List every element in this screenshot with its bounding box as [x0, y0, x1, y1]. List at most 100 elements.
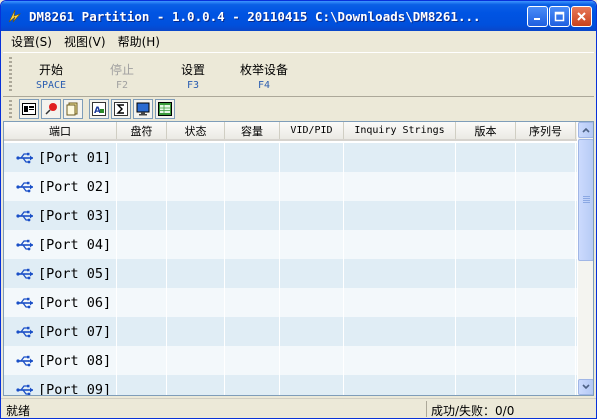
table-row[interactable]: [Port 08] — [4, 346, 577, 375]
icon-toolbar: A — [3, 98, 594, 120]
col-capacity[interactable]: 容量 — [225, 122, 280, 139]
app-window: DM8261 Partition - 1.0.0.4 - 20110415 C:… — [0, 0, 597, 419]
table-cell — [516, 346, 576, 375]
stop-key: F2 — [115, 80, 129, 91]
table-cell — [117, 317, 167, 346]
table-row[interactable]: [Port 06] — [4, 288, 577, 317]
col-port[interactable]: 端口 — [4, 122, 117, 139]
stop-button[interactable]: 停止 F2 — [92, 61, 152, 91]
pin-icon[interactable] — [41, 99, 61, 119]
table-row[interactable]: [Port 05] — [4, 259, 577, 288]
table-cell — [167, 259, 225, 288]
sum-icon[interactable] — [111, 99, 131, 119]
table-row[interactable]: [Port 04] — [4, 230, 577, 259]
scroll-up-button[interactable] — [578, 122, 593, 138]
list-header: 端口 盘符 状态 容量 VID/PID Inquiry Strings 版本 序… — [4, 122, 577, 141]
usb-icon — [16, 326, 33, 337]
toolbar-grip[interactable] — [9, 57, 12, 93]
menu-help[interactable]: 帮助(H) — [112, 33, 166, 50]
col-status[interactable]: 状态 — [167, 122, 225, 139]
table-row[interactable]: [Port 07] — [4, 317, 577, 346]
maximize-icon — [554, 11, 565, 22]
port-cell: [Port 06] — [4, 288, 117, 317]
monitor-icon[interactable] — [133, 99, 153, 119]
close-button[interactable] — [571, 6, 592, 27]
table-cell — [280, 259, 344, 288]
usb-icon — [16, 384, 33, 395]
minimize-icon — [534, 18, 540, 20]
port-list[interactable]: 端口 盘符 状态 容量 VID/PID Inquiry Strings 版本 序… — [3, 121, 594, 396]
table-cell — [344, 172, 456, 201]
vertical-scrollbar[interactable] — [578, 122, 593, 395]
table-cell — [225, 259, 280, 288]
table-cell — [344, 288, 456, 317]
table-row[interactable]: [Port 09] — [4, 375, 577, 395]
table-cell — [167, 143, 225, 172]
scroll-down-button[interactable] — [578, 379, 593, 395]
col-serial[interactable]: 序列号 — [516, 122, 576, 139]
table-cell — [280, 375, 344, 395]
grid-icon[interactable] — [155, 99, 175, 119]
table-row[interactable]: [Port 02] — [4, 172, 577, 201]
table-cell — [225, 288, 280, 317]
table-cell — [456, 143, 516, 172]
port-label: [Port 07] — [38, 323, 112, 340]
scroll-thumb[interactable] — [578, 139, 593, 261]
port-label: [Port 03] — [38, 207, 112, 224]
minimize-button[interactable] — [527, 6, 548, 27]
table-cell — [344, 230, 456, 259]
table-cell — [117, 230, 167, 259]
table-cell — [344, 317, 456, 346]
menu-settings[interactable]: 设置(S) — [5, 33, 58, 50]
col-drive[interactable]: 盘符 — [117, 122, 167, 139]
iconbar-grip[interactable] — [9, 100, 12, 118]
table-cell — [344, 346, 456, 375]
table-cell — [516, 317, 576, 346]
table-cell — [280, 317, 344, 346]
maximize-button[interactable] — [549, 6, 570, 27]
table-cell — [456, 288, 516, 317]
title-bar[interactable]: DM8261 Partition - 1.0.0.4 - 20110415 C:… — [1, 1, 596, 31]
start-label: 开始 — [38, 63, 63, 77]
port-cell: [Port 02] — [4, 172, 117, 201]
table-cell — [456, 346, 516, 375]
menu-view[interactable]: 视图(V) — [58, 33, 112, 50]
settings-button[interactable]: 设置 F3 — [163, 61, 223, 91]
port-cell: [Port 05] — [4, 259, 117, 288]
table-cell — [456, 172, 516, 201]
port-cell: [Port 04] — [4, 230, 117, 259]
table-cell — [280, 230, 344, 259]
main-toolbar: 开始 SPACE 停止 F2 设置 F3 枚举设备 F4 — [3, 52, 594, 97]
table-cell — [280, 172, 344, 201]
table-row[interactable]: [Port 01] — [4, 143, 577, 172]
start-button[interactable]: 开始 SPACE — [21, 61, 81, 91]
enumerate-devices-button[interactable]: 枚举设备 F4 — [234, 61, 294, 91]
font-icon[interactable]: A — [89, 99, 109, 119]
status-bar: 就绪 成功/失败：0/0 — [1, 398, 596, 418]
table-row[interactable]: [Port 03] — [4, 201, 577, 230]
port-label: [Port 01] — [38, 149, 112, 166]
start-key: SPACE — [35, 80, 67, 91]
table-cell — [344, 143, 456, 172]
enumerate-label: 枚举设备 — [239, 63, 288, 77]
col-inquiry[interactable]: Inquiry Strings — [344, 122, 456, 139]
port-cell: [Port 03] — [4, 201, 117, 230]
usb-icon — [16, 181, 33, 192]
port-label: [Port 05] — [38, 265, 112, 282]
table-cell — [456, 375, 516, 395]
port-cell: [Port 01] — [4, 143, 117, 172]
status-text: 就绪 — [6, 404, 31, 418]
table-cell — [167, 375, 225, 395]
usb-icon — [16, 268, 33, 279]
table-cell — [225, 201, 280, 230]
close-icon — [577, 12, 586, 21]
copy-icon[interactable] — [63, 99, 83, 119]
table-cell — [516, 375, 576, 395]
col-vidpid[interactable]: VID/PID — [280, 122, 344, 139]
col-version[interactable]: 版本 — [456, 122, 516, 139]
stop-label: 停止 — [109, 63, 134, 77]
table-cell — [167, 288, 225, 317]
port-label: [Port 06] — [38, 294, 112, 311]
device-manager-icon[interactable] — [19, 99, 39, 119]
table-cell — [456, 230, 516, 259]
